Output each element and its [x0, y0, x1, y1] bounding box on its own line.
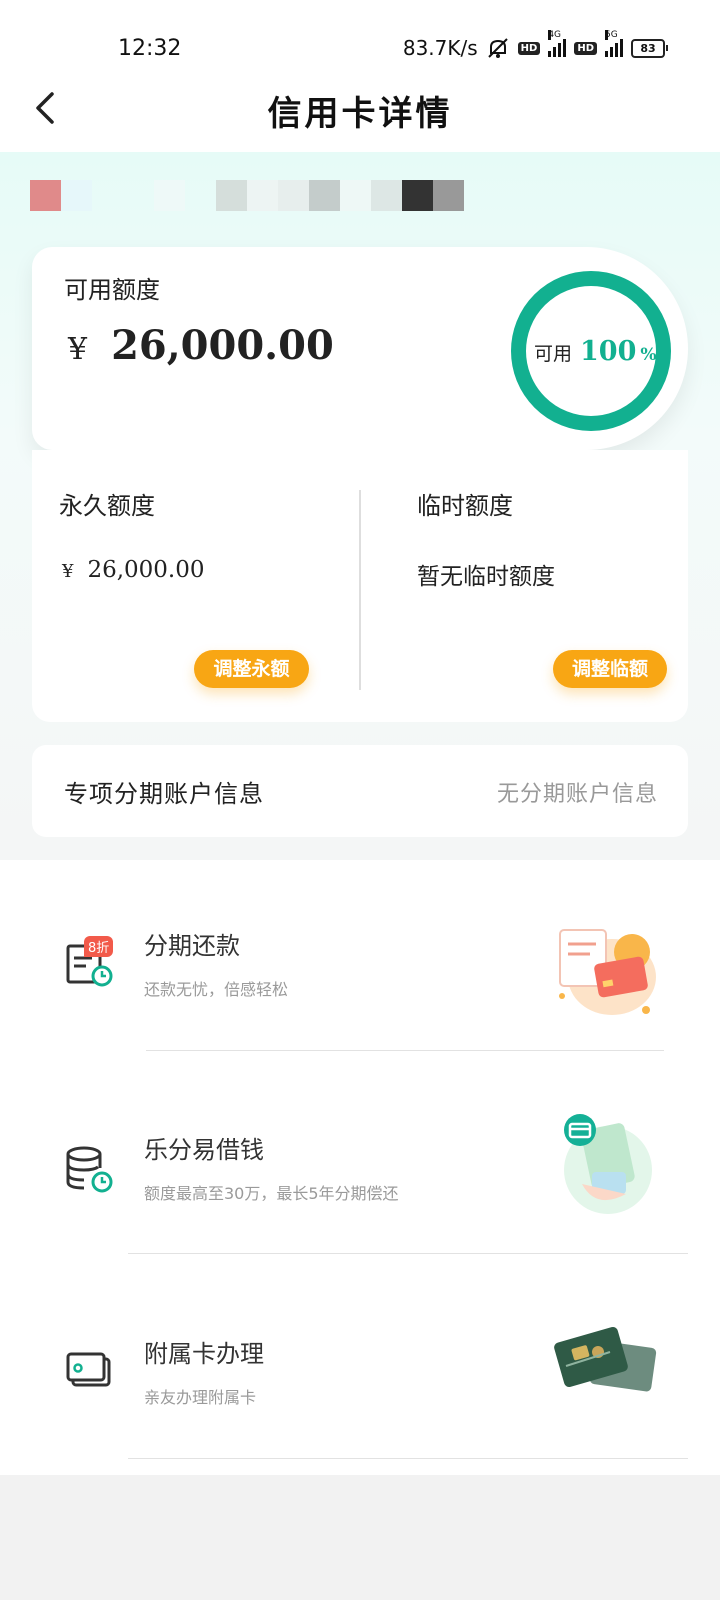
service-subtitle: 额度最高至30万，最长5年分期偿还: [144, 1184, 399, 1203]
currency-symbol: ¥: [68, 332, 88, 367]
service-divider: [128, 1458, 688, 1459]
status-time: 12:32: [118, 36, 182, 61]
service-title: 附属卡办理: [144, 1340, 264, 1368]
service-title: 乐分易借钱: [144, 1136, 264, 1164]
installment-account-label: 专项分期账户信息: [64, 780, 264, 808]
permanent-limit-label: 永久额度: [59, 492, 155, 520]
currency-symbol-permanent: ¥: [62, 561, 74, 582]
phone-card-illustration-icon: [564, 1114, 652, 1214]
hd-badge-2: HD: [574, 41, 597, 55]
ring-label: 可用: [534, 343, 573, 365]
ring-percent-sign: %: [640, 345, 657, 365]
net-4g-label: 4G: [548, 30, 561, 40]
service-title: 分期还款: [144, 932, 240, 960]
battery-level: 83: [631, 38, 665, 58]
hd-badge: HD: [517, 41, 541, 55]
permanent-limit-value: ¥26,000.00: [62, 557, 205, 583]
service-subtitle: 还款无忧，倍感轻松: [144, 980, 289, 999]
battery-icon: 83: [631, 38, 668, 58]
installment-account-value: 无分期账户信息: [496, 782, 658, 807]
masked-card-number: [30, 180, 464, 211]
service-subtitle: 亲友办理附属卡: [144, 1388, 257, 1407]
page-title: 信用卡详情: [267, 94, 453, 134]
limits-divider: [359, 490, 361, 690]
mute-bell-icon: [487, 38, 508, 58]
available-amount-value: 26,000.00: [111, 322, 334, 369]
adjust-temporary-button[interactable]: 调整临额: [553, 650, 667, 688]
signal-5g-icon: 5G: [605, 30, 623, 57]
available-credit-label: 可用额度: [64, 276, 160, 304]
status-indicators: 83.7K/s HD 4G HD 5G 83: [402, 30, 668, 60]
ring-percent: 100: [580, 336, 637, 367]
usage-ring-text: 可用 100%: [534, 336, 657, 367]
network-speed: 83.7K/s: [402, 36, 478, 60]
net-5g-label: 5G: [605, 30, 618, 40]
service-divider: [128, 1253, 688, 1254]
temporary-limit-label: 临时额度: [417, 492, 513, 520]
coins-clock-icon: [66, 1146, 113, 1193]
card-icon: [66, 1352, 111, 1387]
discount-badge: 8折: [84, 936, 114, 957]
temporary-limit-value: 暂无临时额度: [417, 564, 555, 590]
available-credit-amount: ¥26,000.00: [68, 322, 334, 369]
permanent-amount: 26,000.00: [87, 557, 205, 583]
service-divider: [146, 1050, 664, 1051]
adjust-permanent-button[interactable]: 调整永额: [194, 650, 309, 688]
bill-cards-illustration-icon: [559, 929, 656, 1015]
credit-cards-illustration-icon: [554, 1326, 657, 1392]
signal-4g-icon: 4G: [548, 30, 567, 57]
